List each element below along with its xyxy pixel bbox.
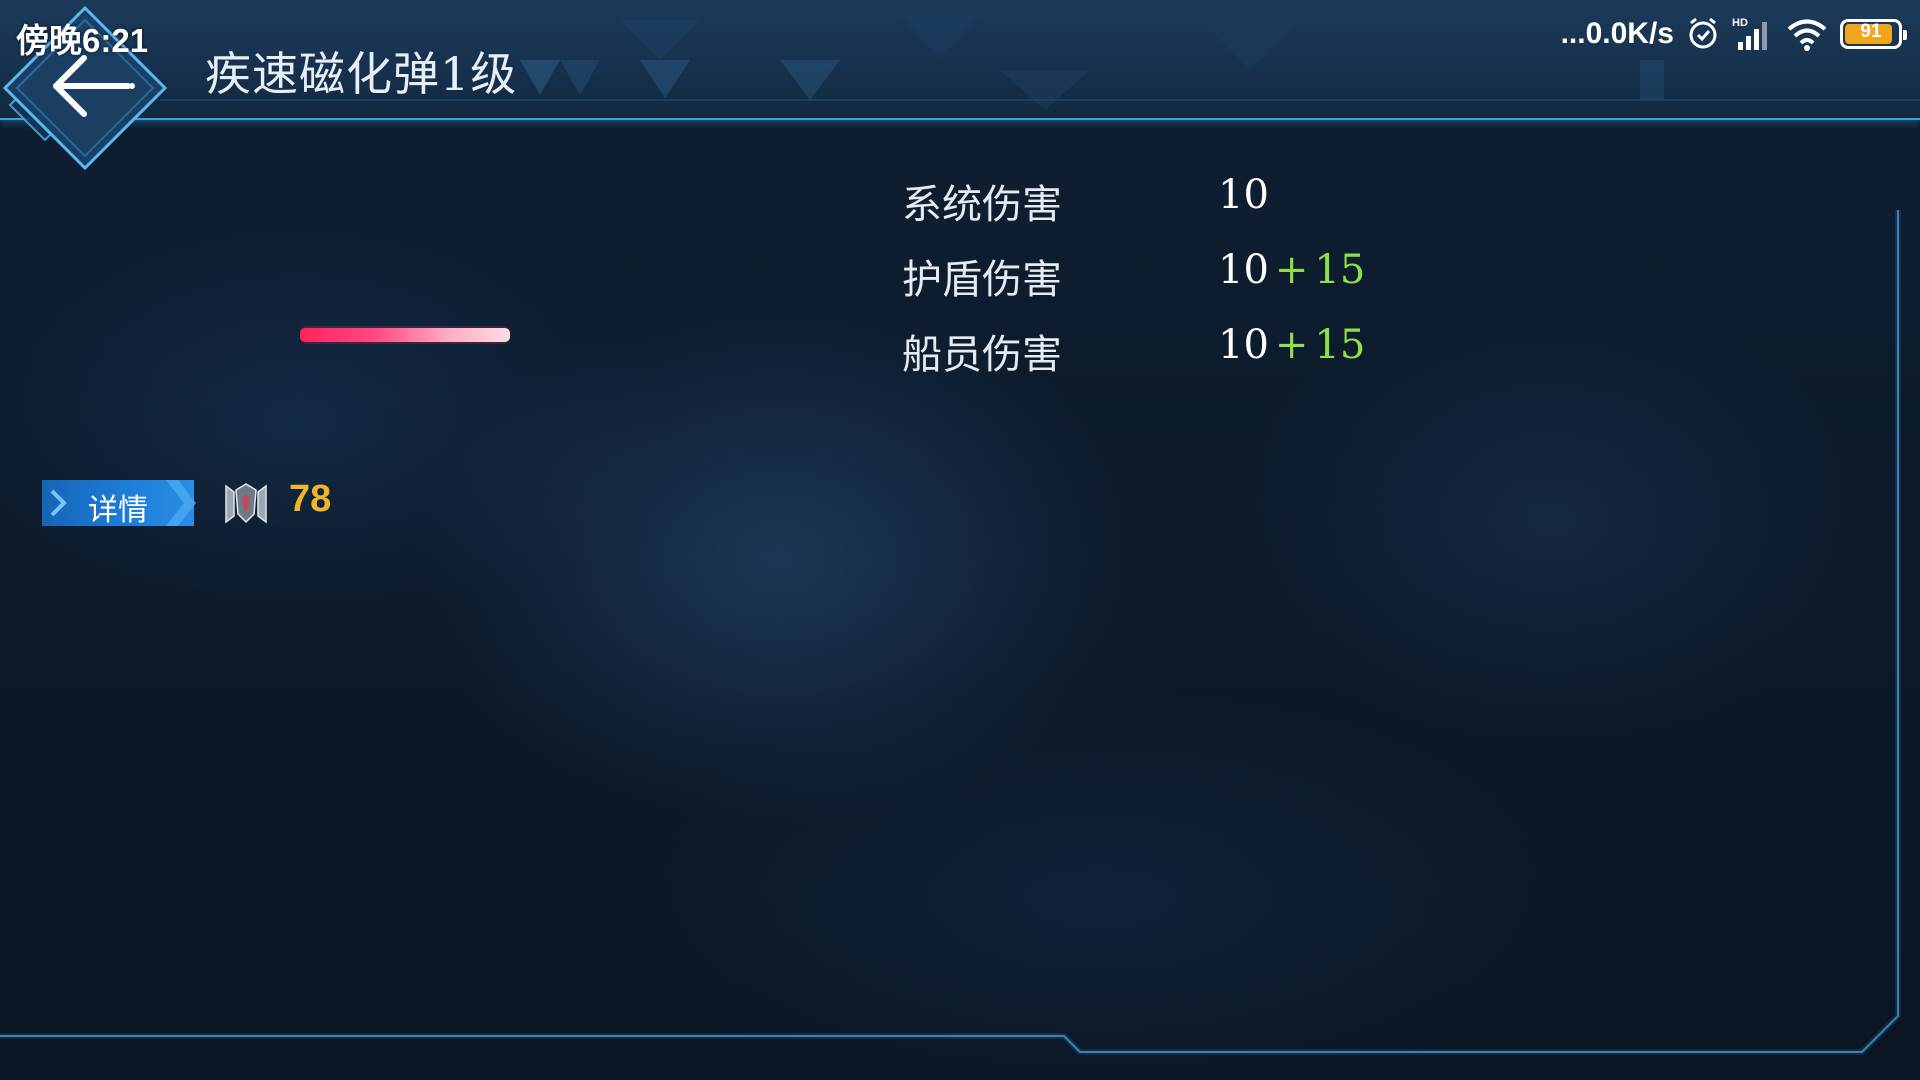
wifi-icon [1786, 17, 1828, 51]
stat-base: 10 [1218, 247, 1269, 293]
stat-label-crew-damage: 船员伤害 [902, 332, 1062, 378]
stat-plus: + [1274, 322, 1309, 368]
power-value: 78 [289, 478, 332, 520]
page-title: 疾速磁化弹1级 [205, 47, 518, 101]
chevron-right-icon [166, 480, 196, 526]
stat-base: 10 [1218, 172, 1269, 218]
stat-plus: + [1274, 247, 1309, 293]
stat-bonus: 15 [1314, 247, 1366, 293]
svg-text:HD: HD [1732, 17, 1748, 29]
projectile-image [300, 326, 510, 344]
battery-icon: 91 [1840, 19, 1907, 49]
chevron-right-icon [50, 489, 67, 517]
status-time: 傍晚6:21 [16, 22, 149, 59]
stat-value-shield-damage: 10 +15 [1218, 247, 1365, 293]
details-button-label: 详情 [88, 493, 148, 528]
stat-bonus: 15 [1314, 322, 1366, 368]
panel-frame [0, 210, 1901, 1055]
stat-label-shield-damage: 护盾伤害 [902, 257, 1062, 303]
game-screen: 疾速磁化弹1级 傍晚6:21 ...0.0K/s HD 91 系统伤害 10 护… [0, 0, 1920, 1080]
stat-value-system-damage: 10 [1218, 172, 1269, 218]
battery-level: 91 [1860, 21, 1882, 42]
status-bar-right: ...0.0K/s HD 91 [1560, 12, 1907, 56]
alarm-icon [1686, 17, 1720, 51]
stat-base: 10 [1218, 322, 1269, 368]
ship-power-icon [225, 483, 267, 524]
stat-label-system-damage: 系统伤害 [902, 182, 1062, 228]
network-speed: ...0.0K/s [1560, 17, 1674, 50]
stat-value-crew-damage: 10 +15 [1218, 322, 1365, 368]
hd-signal-icon: HD [1732, 16, 1774, 52]
battery-tip [1903, 30, 1907, 40]
details-button[interactable]: 详情 [42, 480, 196, 528]
